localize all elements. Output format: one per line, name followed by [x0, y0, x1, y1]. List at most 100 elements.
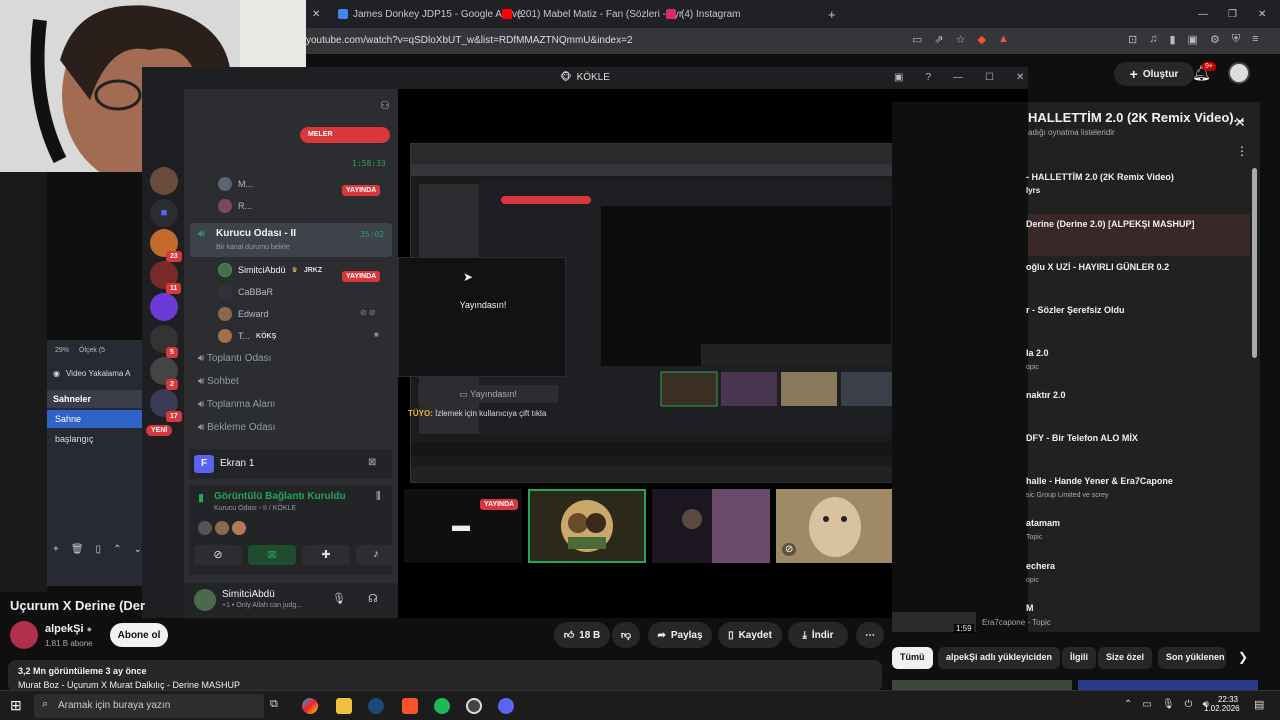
voice-channel[interactable]: 🔊︎ Toplantı Odası — [198, 353, 271, 364]
scene-item-baslangic[interactable]: başlangıç — [47, 430, 142, 448]
playlist-item[interactable]: naktır 2.0 — [1026, 390, 1066, 400]
chip-all[interactable]: Tümü — [892, 647, 933, 669]
create-button[interactable]: + Oluştur — [1114, 62, 1194, 86]
camera-off-button[interactable]: ⊘ — [194, 545, 242, 565]
more-actions-button[interactable]: ⋯ — [856, 622, 884, 648]
move-up-icon[interactable]: ⌃ — [113, 544, 121, 555]
chip-uploader[interactable]: alpekŞi adlı yükleyiciden — [938, 647, 1061, 669]
power-icon[interactable]: ⏻ — [1185, 699, 1193, 710]
copilot-icon[interactable] — [302, 698, 318, 714]
dc-maximize-button[interactable]: ☐ — [985, 72, 994, 83]
dislike-button[interactable]: 👎︎ — [612, 622, 640, 648]
windows-start-icon[interactable]: ⊞ — [10, 697, 22, 714]
close-window-button[interactable]: ✕ — [1258, 3, 1266, 25]
steam-icon[interactable] — [368, 698, 384, 714]
voice-user[interactable]: M... — [218, 177, 253, 191]
brave-browser-icon[interactable] — [402, 698, 418, 714]
playlist-item[interactable]: r - Sözler Şerefsiz Oldu — [1026, 305, 1125, 315]
description-box[interactable]: 3,2 Mn görüntüleme 3 ay önce Murat Boz -… — [8, 660, 882, 692]
add-friend-icon[interactable]: ⚇ — [380, 99, 390, 112]
playlist-item[interactable]: la 2.0 — [1026, 348, 1049, 358]
screenshot-icon[interactable]: ⊡ — [1128, 33, 1137, 46]
taskbar-search[interactable]: ⌕ Aramak için buraya yazın — [34, 694, 264, 718]
chevron-right-icon[interactable]: ❯ — [1238, 650, 1248, 664]
tab-youtube-lyrics[interactable]: (201) Mabel Matiz - Fan (Sözleri - Lyr — [502, 3, 682, 25]
subscribe-button[interactable]: Abone ol — [110, 623, 168, 647]
voice-user[interactable]: R... — [218, 199, 252, 213]
scene-item-sahne[interactable]: Sahne — [47, 410, 142, 428]
move-down-icon[interactable]: ⌄ — [133, 544, 141, 555]
brave-rewards-icon[interactable]: ▲ — [998, 33, 1009, 46]
tab-google-shopping[interactable]: James Donkey JDP15 - Google Alışve — [338, 3, 523, 25]
discord-icon[interactable] — [498, 698, 514, 714]
activities-button[interactable]: ✚ — [302, 545, 350, 565]
chip-related[interactable]: İlgili — [1062, 647, 1096, 669]
microphone-icon[interactable]: 🎙︎ — [1162, 699, 1175, 710]
wallet-icon[interactable]: ▣ — [1188, 33, 1198, 46]
channel-name[interactable]: alpekŞi ● — [45, 623, 92, 635]
network-icon[interactable]: ▭ — [1142, 699, 1151, 710]
microphone-icon[interactable]: 🎙︎ — [332, 592, 346, 605]
voice-user[interactable]: Edward — [218, 307, 269, 321]
voice-user[interactable]: SimitciAbdü ♛ JRKZ — [218, 263, 322, 277]
cast-icon[interactable]: ▭ — [912, 33, 922, 46]
recommended-thumbnail[interactable] — [1078, 680, 1258, 690]
playlist-item[interactable]: Derine (Derine 2.0) [ALPEKŞI MASHUP] — [1026, 219, 1195, 229]
minimize-button[interactable]: — — [1198, 3, 1208, 25]
voice-channel[interactable]: 🔊︎ Sohbet — [198, 376, 239, 387]
chip-recent[interactable]: Son yüklenen — [1158, 647, 1226, 669]
share-screen-button[interactable]: ⊠ — [248, 545, 296, 565]
soundboard-button[interactable]: ♪ — [356, 545, 396, 565]
obs-icon[interactable] — [466, 698, 482, 714]
playlist-item[interactable]: oğlu X UZİ - HAYIRLI GÜNLER 0.2 — [1026, 262, 1169, 272]
like-button[interactable]: 👍︎ 18 B — [554, 622, 610, 648]
playlist-item[interactable]: - HALLETTİM 2.0 (2K Remix Video) — [1026, 172, 1174, 182]
playlist-item[interactable]: M — [1026, 603, 1034, 613]
save-button[interactable]: ▯ Kaydet — [718, 622, 782, 648]
menu-icon[interactable]: ≡ — [1252, 33, 1258, 46]
scrollbar-thumb[interactable] — [1252, 168, 1257, 358]
stream-banner[interactable]: MELER — [300, 127, 390, 143]
close-playlist-icon[interactable]: ✕ — [1234, 114, 1246, 131]
music-icon[interactable]: ♫ — [1149, 33, 1157, 46]
bookmark-star-icon[interactable]: ☆ — [956, 33, 966, 46]
voice-channel[interactable]: 🔊︎ Bekleme Odası — [198, 422, 275, 433]
help-icon[interactable]: ? — [925, 72, 931, 83]
tab-close-icon[interactable]: ✕ — [312, 3, 320, 25]
inbox-icon[interactable]: ▣ — [894, 72, 903, 83]
brave-shield-icon[interactable]: ◆ — [978, 33, 986, 46]
stop-share-icon[interactable]: ⊠ — [368, 457, 376, 468]
you-are-live-button[interactable]: ▭ Yayındasın! — [418, 385, 558, 403]
download-button[interactable]: ⤓ İndir — [788, 622, 848, 648]
clock[interactable]: 22:33 1.02.2026 — [1204, 695, 1240, 713]
playlist-item[interactable]: echera — [1026, 561, 1055, 571]
participant-tile-speaking[interactable] — [528, 489, 646, 563]
task-view-icon[interactable]: ⧉ — [270, 698, 286, 714]
share-button[interactable]: ➦ Paylaş — [648, 622, 712, 648]
noise-icon[interactable]: ⫼ — [376, 491, 381, 502]
account-avatar[interactable] — [1228, 62, 1250, 84]
chevron-up-icon[interactable]: ⌃ — [1124, 699, 1132, 710]
playlist-item[interactable]: DFY - Bir Telefon ALO MİX — [1026, 433, 1138, 443]
spotify-icon[interactable] — [434, 698, 450, 714]
sidebar-icon[interactable]: ▮ — [1169, 33, 1175, 46]
voice-user[interactable]: CaBBaR — [218, 285, 273, 299]
server-icon[interactable] — [150, 167, 178, 195]
notification-center-icon[interactable]: ▤ — [1254, 698, 1264, 711]
file-explorer-icon[interactable] — [336, 698, 352, 714]
participant-tile[interactable]: ⊘ — [776, 489, 894, 563]
voice-channel[interactable]: 🔊︎ Toplanma Alanı — [198, 399, 275, 410]
folder-icon[interactable]: ■ — [150, 199, 178, 227]
playlist-thumbnail[interactable]: 1:59 — [892, 612, 976, 633]
vpn-icon[interactable]: ⛨ — [1232, 33, 1240, 46]
extensions-icon[interactable]: ⚙ — [1210, 33, 1220, 46]
playlist-item[interactable]: atamam — [1026, 518, 1060, 528]
share-icon[interactable]: ⇗ — [934, 33, 943, 46]
channel-avatar[interactable] — [10, 621, 38, 649]
tab-instagram[interactable]: (4) Instagram — [666, 3, 740, 25]
dc-close-button[interactable]: ✕ — [1016, 72, 1024, 83]
participant-tile[interactable]: YAYINDA ▬ — [404, 489, 522, 563]
playlist-item[interactable]: halle - Hande Yener & Era7Capone — [1026, 476, 1173, 486]
server-icon[interactable] — [150, 293, 178, 321]
filter-icon[interactable]: ▯ — [96, 544, 102, 555]
